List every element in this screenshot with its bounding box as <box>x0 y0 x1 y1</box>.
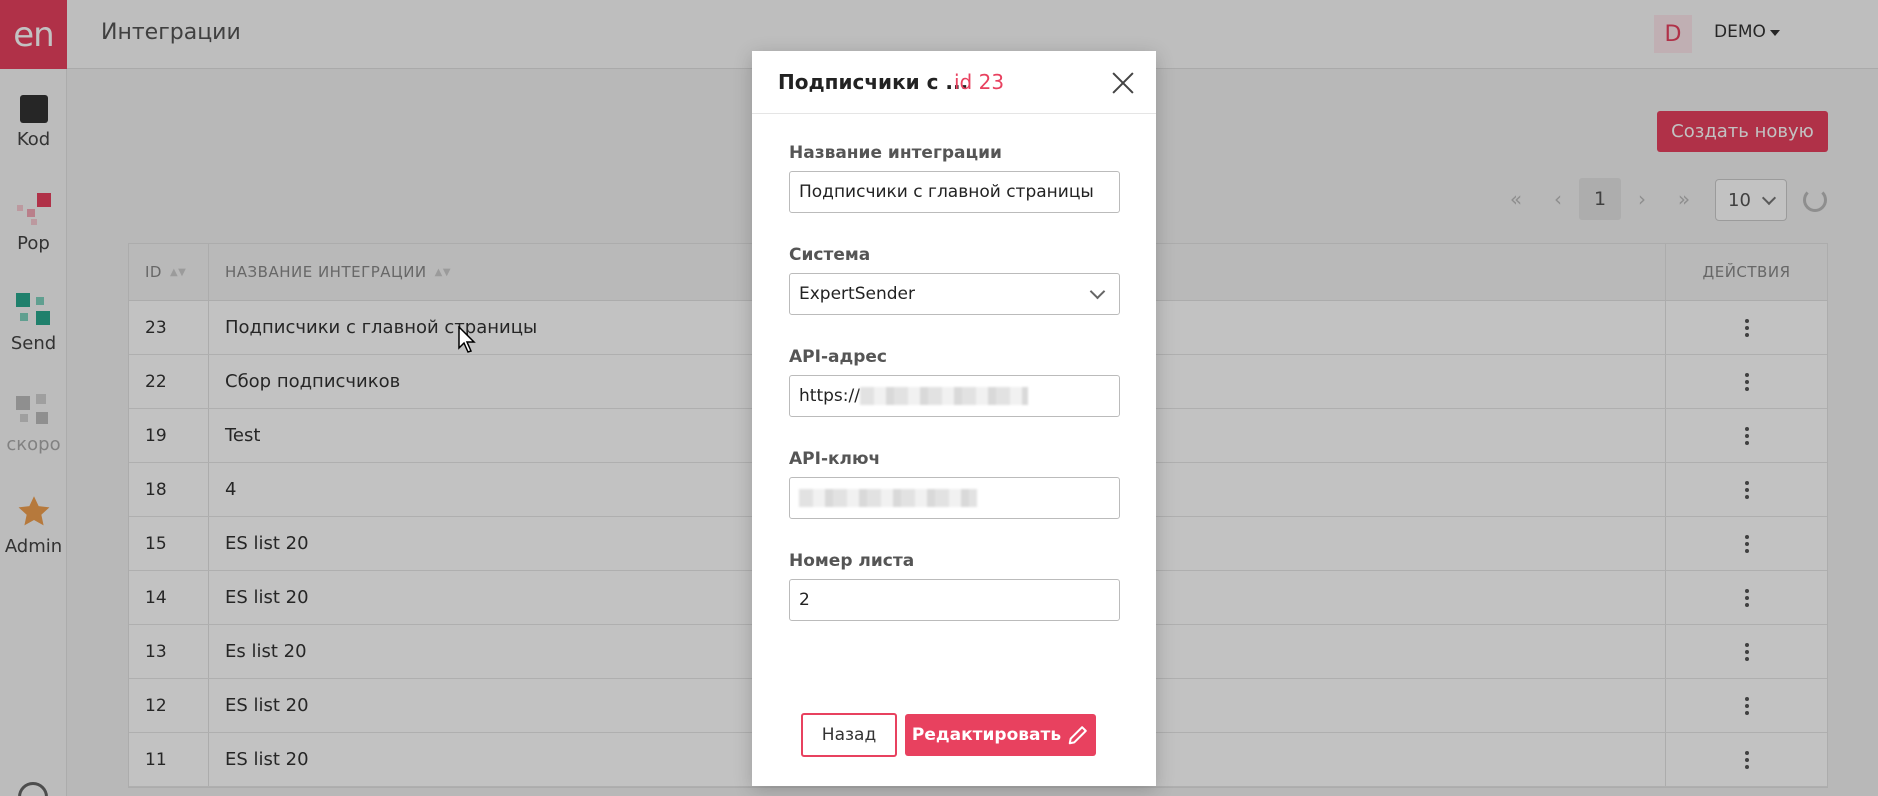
field-label: API-адрес <box>789 347 887 367</box>
field-label: API-ключ <box>789 449 881 469</box>
edit-label: Редактировать <box>911 725 1062 745</box>
field-label: Система <box>789 245 871 265</box>
integration-name-field: Название интеграции Подписчики с главной… <box>789 143 1120 213</box>
field-label: Номер листа <box>789 551 915 571</box>
api-url-field: API-адрес https:// <box>789 347 1120 417</box>
edit-button[interactable]: Редактировать <box>905 714 1096 756</box>
list-number-input[interactable]: 2 <box>789 579 1120 621</box>
modal-id: id 23 <box>954 70 1005 94</box>
integration-name-input[interactable]: Подписчики с главной страницы <box>789 171 1120 213</box>
system-value: ExpertSender <box>799 284 915 304</box>
api-key-field: API-ключ <box>789 449 1120 519</box>
redacted-text <box>859 387 1028 405</box>
back-button[interactable]: Назад <box>801 713 897 757</box>
close-icon[interactable] <box>1111 71 1135 95</box>
field-label: Название интеграции <box>789 143 1002 163</box>
system-field: Система ExpertSender <box>789 245 1120 315</box>
integration-modal: Подписчики с ... id 23 Название интеграц… <box>752 51 1156 786</box>
list-number-field: Номер листа 2 <box>789 551 1120 621</box>
system-select[interactable]: ExpertSender <box>789 273 1120 315</box>
mouse-cursor-icon <box>458 326 476 353</box>
pencil-icon <box>1068 726 1087 745</box>
redacted-text <box>799 489 977 507</box>
chevron-down-icon <box>1089 283 1106 300</box>
api-key-input[interactable] <box>789 477 1120 519</box>
api-url-value: https:// <box>799 386 860 406</box>
modal-title: Подписчики с ... <box>778 70 969 94</box>
api-url-input[interactable]: https:// <box>789 375 1120 417</box>
modal-header: Подписчики с ... id 23 <box>752 51 1156 114</box>
